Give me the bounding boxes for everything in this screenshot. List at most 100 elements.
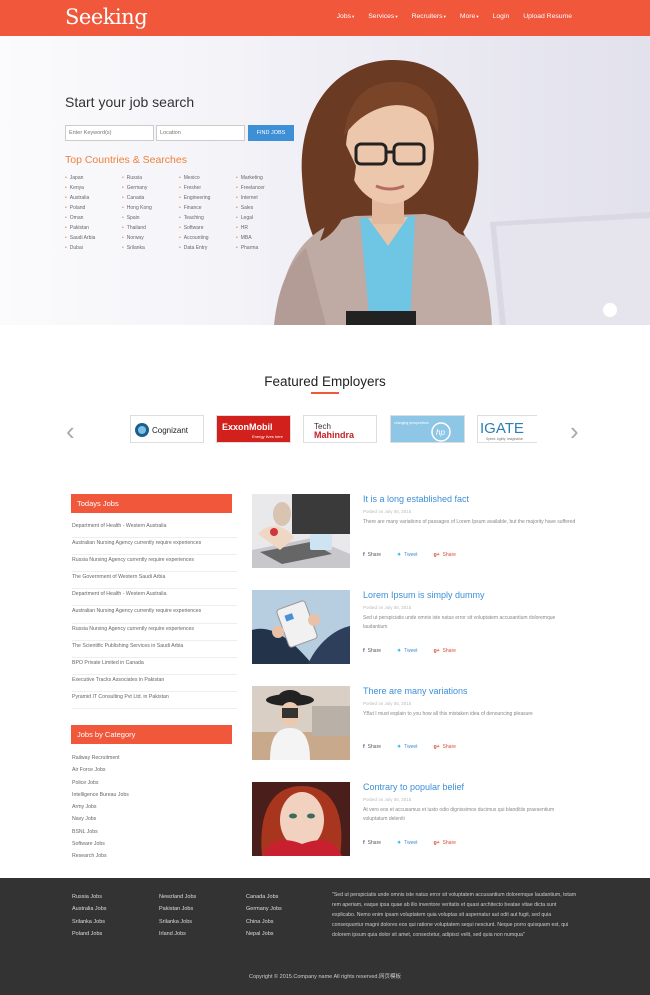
chevron-left-icon[interactable]: ‹	[66, 416, 75, 447]
category-link[interactable]: Intelligence Bureau Jobs	[72, 791, 129, 803]
country-link[interactable]: • Accounting	[179, 233, 210, 243]
todays-job-link[interactable]: BPO Private Limited in Canada	[72, 658, 237, 675]
country-link[interactable]: • Spain	[122, 213, 152, 223]
country-link[interactable]: • Saudi Arbia	[65, 233, 95, 243]
employer-logo-cognizant[interactable]: Cognizant	[130, 415, 204, 443]
country-link[interactable]: • Norway	[122, 233, 152, 243]
country-link[interactable]: • Internet	[236, 193, 265, 203]
category-link[interactable]: Police Jobs	[72, 779, 129, 791]
facebook-share[interactable]: f Share	[363, 648, 381, 654]
twitter-share[interactable]: ✦ Tweet	[397, 552, 418, 558]
twitter-share[interactable]: ✦ Tweet	[397, 840, 418, 846]
nav-more[interactable]: More▾	[460, 13, 479, 20]
post-title[interactable]: It is a long established fact	[363, 494, 469, 504]
facebook-share[interactable]: f Share	[363, 552, 381, 558]
category-link[interactable]: Railway Recruitment	[72, 754, 129, 766]
footer-link[interactable]: China Jobs	[246, 919, 282, 931]
todays-job-link[interactable]: Australian Nursing Agency currently requ…	[72, 606, 237, 624]
google-plus-share[interactable]: g+ Share	[434, 840, 456, 846]
todays-job-link[interactable]: Department of Health - Western Australia	[72, 589, 237, 607]
post-title[interactable]: There are many variations	[363, 686, 468, 696]
category-link[interactable]: Army Jobs	[72, 803, 129, 815]
footer-link[interactable]: Srilanka Jobs	[72, 919, 107, 931]
country-link[interactable]: • MBA	[236, 233, 265, 243]
category-link[interactable]: Navy Jobs	[72, 815, 129, 827]
todays-job-link[interactable]: The Government of Western Saudi Arbia	[72, 572, 237, 590]
country-link[interactable]: • Hong Kong	[122, 203, 152, 213]
footer-link[interactable]: Pakistan Jobs	[159, 906, 196, 918]
google-plus-share[interactable]: g+ Share	[434, 744, 456, 750]
employer-logo-exxonmobil[interactable]: ExxonMobil Energy lives here	[216, 415, 291, 443]
google-plus-share[interactable]: g+ Share	[434, 648, 456, 654]
todays-job-link[interactable]: Russia Nursing Agency currently require …	[72, 555, 237, 573]
todays-job-link[interactable]: The Scientific Publishing Services in Sa…	[72, 641, 237, 658]
todays-job-link[interactable]: Department of Health - Western Australia	[72, 521, 237, 539]
country-link[interactable]: • Finance	[179, 203, 210, 213]
todays-job-link[interactable]: Pyramid IT Consulting Pvt Ltd. in Pakist…	[72, 692, 237, 710]
footer-link[interactable]: Russia Jobs	[72, 894, 107, 906]
country-link[interactable]: • Oman	[65, 213, 95, 223]
category-link[interactable]: Research Jobs	[72, 852, 129, 864]
country-link[interactable]: • Germany	[122, 183, 152, 193]
country-link[interactable]: • Mexico	[179, 173, 210, 183]
nav-recruiters[interactable]: Recruiters▾	[412, 13, 446, 20]
country-link[interactable]: • Canada	[122, 193, 152, 203]
country-link[interactable]: • Dubai	[65, 243, 95, 253]
twitter-share[interactable]: ✦ Tweet	[397, 744, 418, 750]
country-link[interactable]: • HR	[236, 223, 265, 233]
country-link[interactable]: • Freelancer	[236, 183, 265, 193]
post-image-tablet[interactable]	[252, 590, 350, 664]
todays-job-link[interactable]: Executive Tracks Associates in Pakistan	[72, 675, 237, 692]
post-image-photographer[interactable]	[252, 686, 350, 760]
category-link[interactable]: Air Force Jobs	[72, 766, 129, 778]
country-link[interactable]: • Sales	[236, 203, 265, 213]
country-link[interactable]: • Fresher	[179, 183, 210, 193]
country-link[interactable]: • Software	[179, 223, 210, 233]
nav-services[interactable]: Services▾	[368, 13, 397, 20]
country-link[interactable]: • Teaching	[179, 213, 210, 223]
category-link[interactable]: BSNL Jobs	[72, 828, 129, 840]
country-link[interactable]: • Engineering	[179, 193, 210, 203]
country-link[interactable]: • Pharma	[236, 243, 265, 253]
footer-link[interactable]: Newzland Jobs	[159, 894, 196, 906]
twitter-share[interactable]: ✦ Tweet	[397, 648, 418, 654]
facebook-share[interactable]: f Share	[363, 840, 381, 846]
footer-link[interactable]: Poland Jobs	[72, 931, 107, 943]
nav-jobs[interactable]: Jobs▾	[337, 13, 355, 20]
todays-job-link[interactable]: Australian Nursing Agency currently requ…	[72, 538, 237, 556]
employer-logo-igate[interactable]: IGATE Speed. Agility. Imagination	[477, 415, 537, 443]
keyword-input[interactable]	[65, 125, 154, 141]
nav-upload-resume[interactable]: Upload Resume	[523, 13, 572, 20]
country-link[interactable]: • Pakistan	[65, 223, 95, 233]
country-link[interactable]: • Srilanka	[122, 243, 152, 253]
country-link[interactable]: • Poland	[65, 203, 95, 213]
country-link[interactable]: • Russia	[122, 173, 152, 183]
post-title[interactable]: Contrary to popular belief	[363, 782, 464, 792]
google-plus-share[interactable]: g+ Share	[434, 552, 456, 558]
country-link[interactable]: • Legal	[236, 213, 265, 223]
footer-link[interactable]: Canada Jobs	[246, 894, 282, 906]
footer-link[interactable]: Srilanka Jobs	[159, 919, 196, 931]
country-link[interactable]: • Japan	[65, 173, 95, 183]
country-link[interactable]: • Kenya	[65, 183, 95, 193]
country-link[interactable]: • Data Entry	[179, 243, 210, 253]
footer-link[interactable]: Germany Jobs	[246, 906, 282, 918]
find-jobs-button[interactable]: FIND JOBS	[248, 125, 294, 141]
post-image-redhead[interactable]	[252, 782, 350, 856]
footer-link[interactable]: Nepal Jobs	[246, 931, 282, 943]
country-link[interactable]: • Thailand	[122, 223, 152, 233]
footer-link[interactable]: Irland Jobs	[159, 931, 196, 943]
chevron-right-icon[interactable]: ›	[570, 416, 579, 447]
todays-job-link[interactable]: Russia Nursing Agency currently require …	[72, 624, 237, 641]
location-input[interactable]	[156, 125, 245, 141]
site-logo[interactable]: Seeking	[65, 5, 148, 29]
employer-logo-hp[interactable]: changing perspectives hp	[390, 415, 465, 443]
category-link[interactable]: Software Jobs	[72, 840, 129, 852]
post-image-laptop[interactable]	[252, 494, 350, 568]
country-link[interactable]: • Australia	[65, 193, 95, 203]
nav-login[interactable]: Login	[493, 13, 510, 20]
employer-logo-tech-mahindra[interactable]: Tech Mahindra	[303, 415, 377, 443]
facebook-share[interactable]: f Share	[363, 744, 381, 750]
country-link[interactable]: • Marketing	[236, 173, 265, 183]
post-title[interactable]: Lorem Ipsum is simply dummy	[363, 590, 485, 600]
